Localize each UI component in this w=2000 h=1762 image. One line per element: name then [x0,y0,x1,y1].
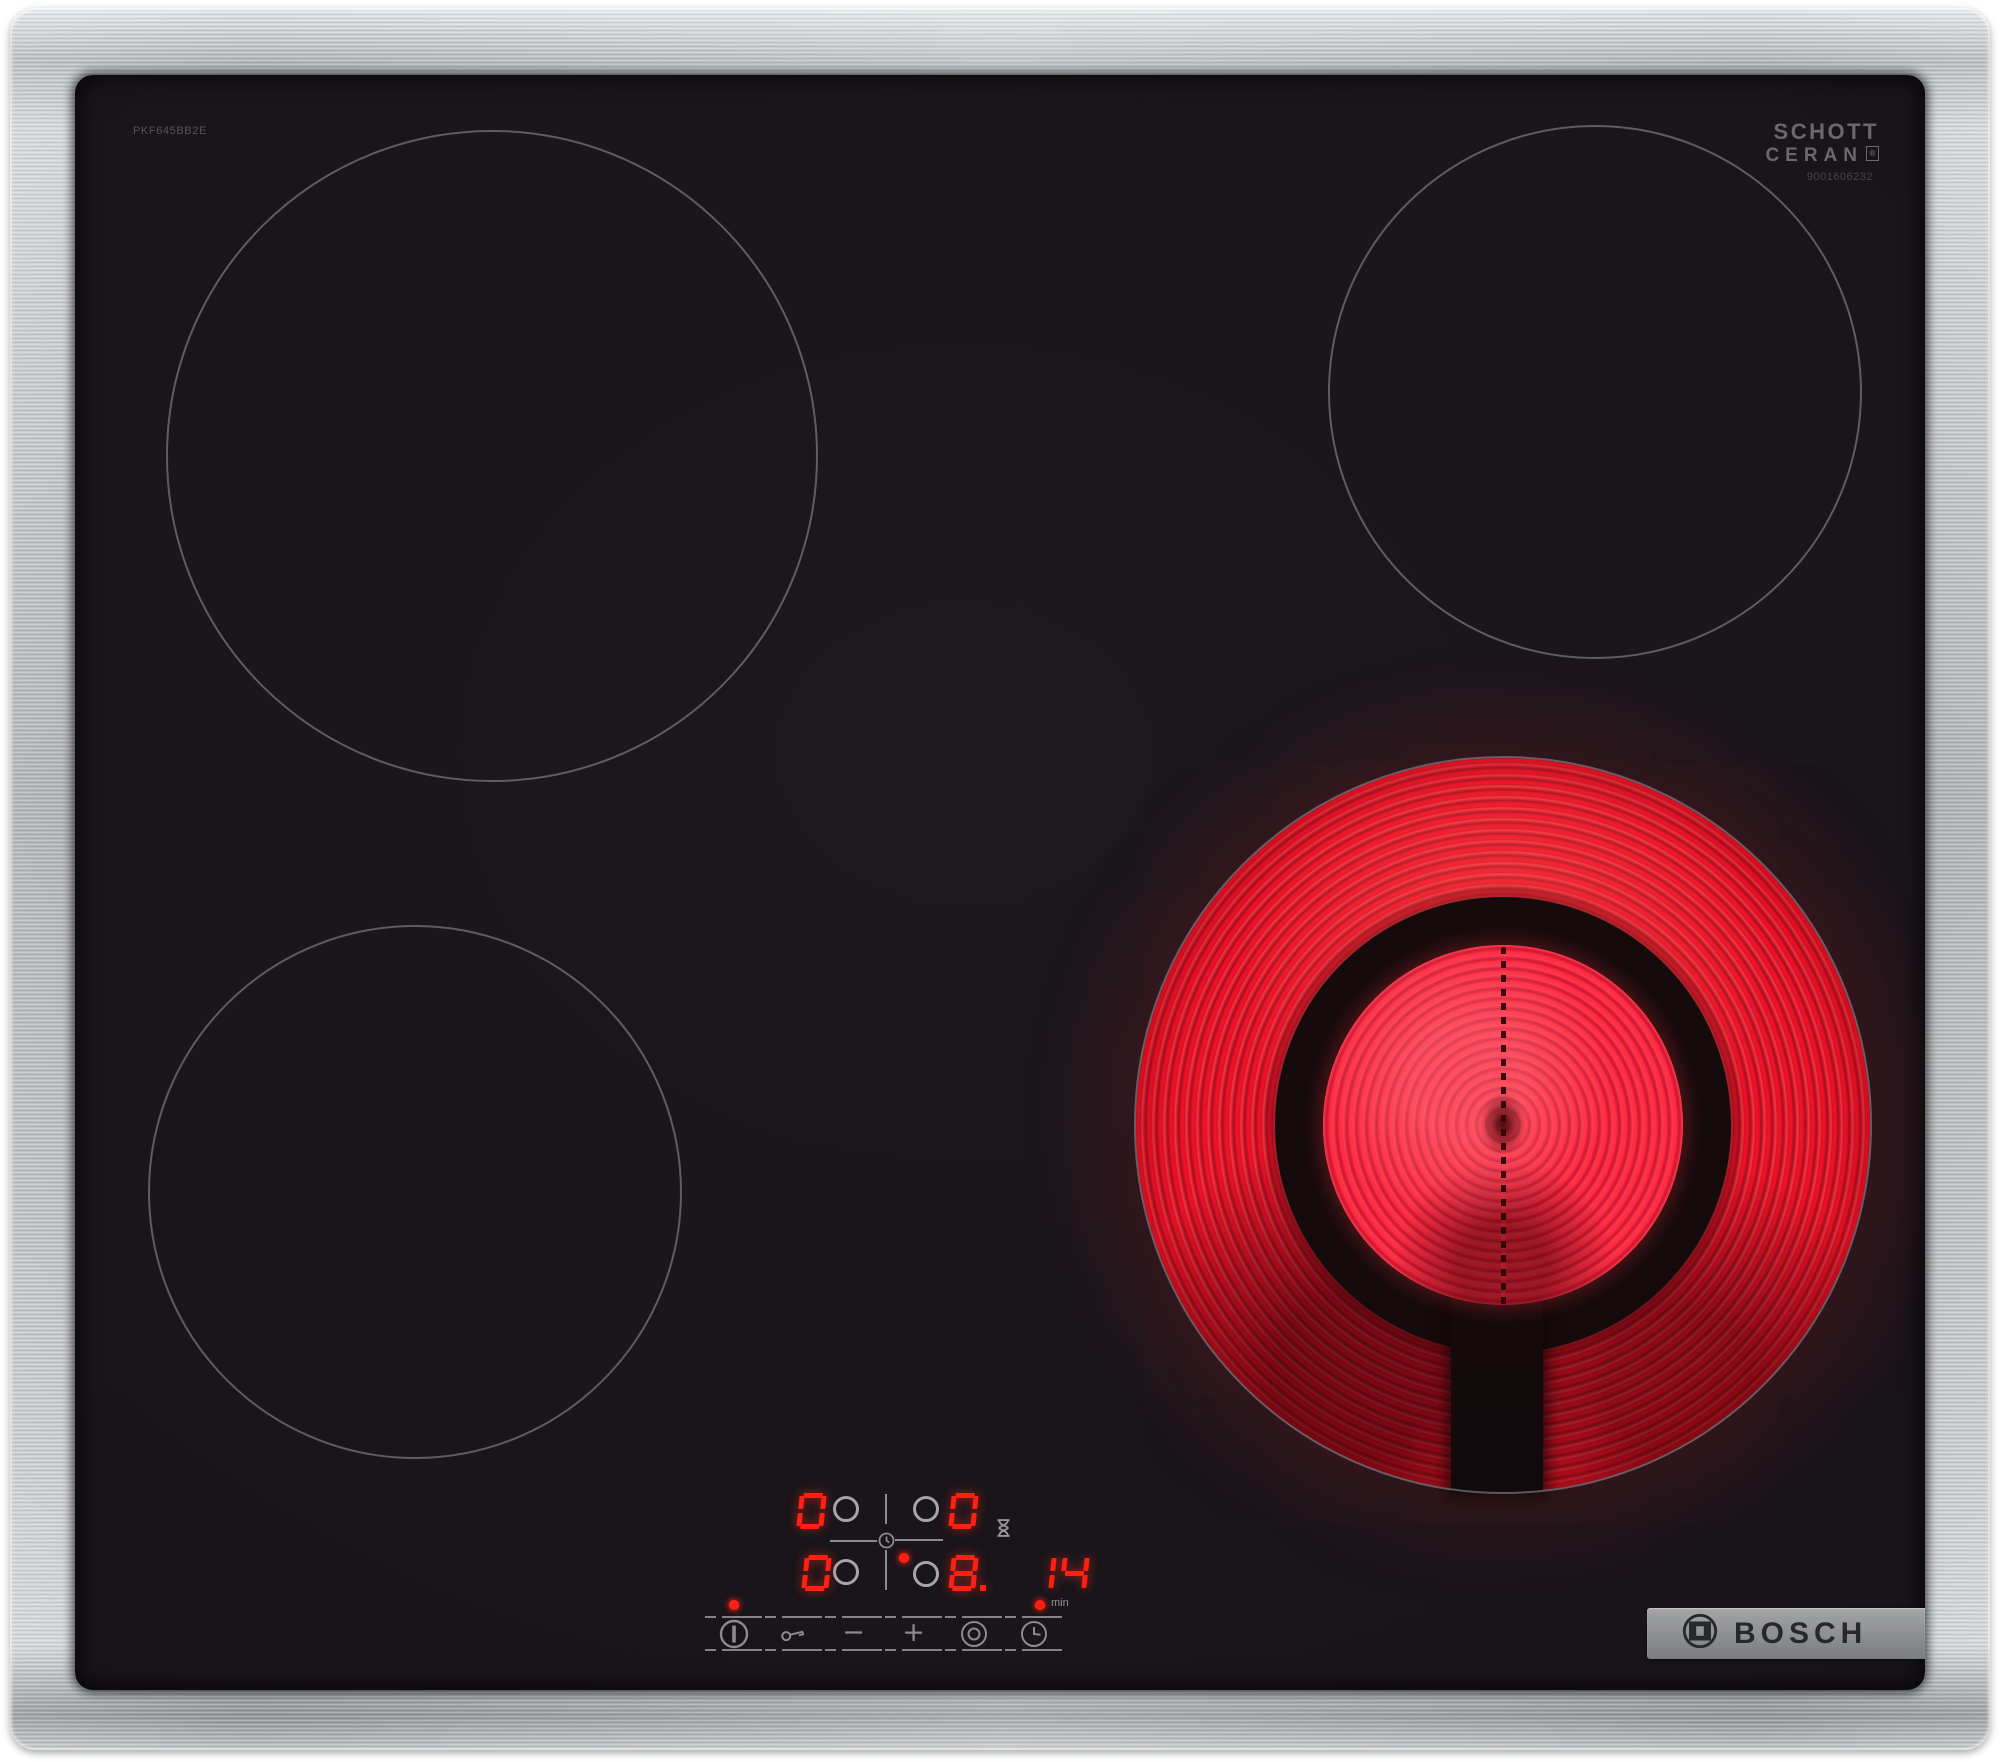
bosch-symbol-icon [1681,1612,1719,1655]
model-number-label: PKF645BB2E [133,125,207,137]
display-timer-value [1028,1555,1090,1591]
zone-select-button[interactable] [945,1616,1002,1651]
serial-number-label: 9001606232 [1806,171,1873,183]
increase-button[interactable]: + [885,1616,942,1651]
minus-icon: − [842,1617,865,1648]
zone-circle-back-left [166,130,818,782]
timer-button[interactable] [1005,1616,1062,1651]
power-indicator-led [729,1600,739,1610]
schott-logo-line1: SCHOTT [1773,119,1879,144]
display-divider-horizontal-left [830,1540,877,1542]
display-divider-vertical-top [885,1494,887,1524]
display-zone-front-right [948,1555,986,1591]
registered-trademark-icon: ® [1866,146,1879,161]
timer-unit-label: min [1051,1597,1069,1609]
bosch-logo-text: BOSCH [1734,1616,1868,1650]
display-divider-horizontal-right [895,1539,943,1541]
hourglass-icon [995,1518,1012,1543]
key-icon [779,1625,809,1643]
zone-circle-front-left [148,925,682,1459]
ceramic-glass-surface: PKF645BB2E SCHOTT CERAN ® 9001606232 min… [75,75,1925,1690]
active-burner-front-right [1134,756,1872,1494]
touch-control-panel: − + [705,1616,1062,1651]
display-zone-back-right [948,1493,979,1529]
burner-center-spot [1480,1092,1526,1156]
decrease-button[interactable]: − [825,1616,882,1651]
zone-indicator-circle-front-left [833,1559,859,1585]
zone-indicator-circle-back-right [913,1496,939,1522]
power-button[interactable] [705,1616,762,1651]
burner-terminal-shadow [1451,1256,1543,1492]
plus-icon: + [902,1617,925,1648]
clock-icon [1019,1619,1049,1649]
burner-inner-glow-disc [1323,945,1683,1305]
schott-logo-line2: CERAN ® [1765,146,1879,165]
schott-ceran-logo: SCHOTT CERAN ® [1765,121,1879,165]
timer-min-indicator-led [1035,1600,1045,1610]
burner-dual-zone-ring [1275,897,1731,1353]
burner-center-seam [1501,947,1506,1305]
zone-select-indicator-led [899,1553,909,1563]
display-zone-front-left [801,1555,832,1591]
zone-circle-back-right [1328,125,1862,659]
bosch-badge: BOSCH [1647,1608,1925,1659]
display-zone-back-left [796,1493,827,1529]
child-lock-button[interactable] [765,1616,822,1651]
zone-indicator-circle-front-right [913,1561,939,1587]
dual-ring-icon [959,1619,989,1649]
power-icon [718,1618,750,1650]
zone-indicator-circle-back-left [833,1496,859,1522]
display-divider-vertical-bottom [885,1550,887,1590]
